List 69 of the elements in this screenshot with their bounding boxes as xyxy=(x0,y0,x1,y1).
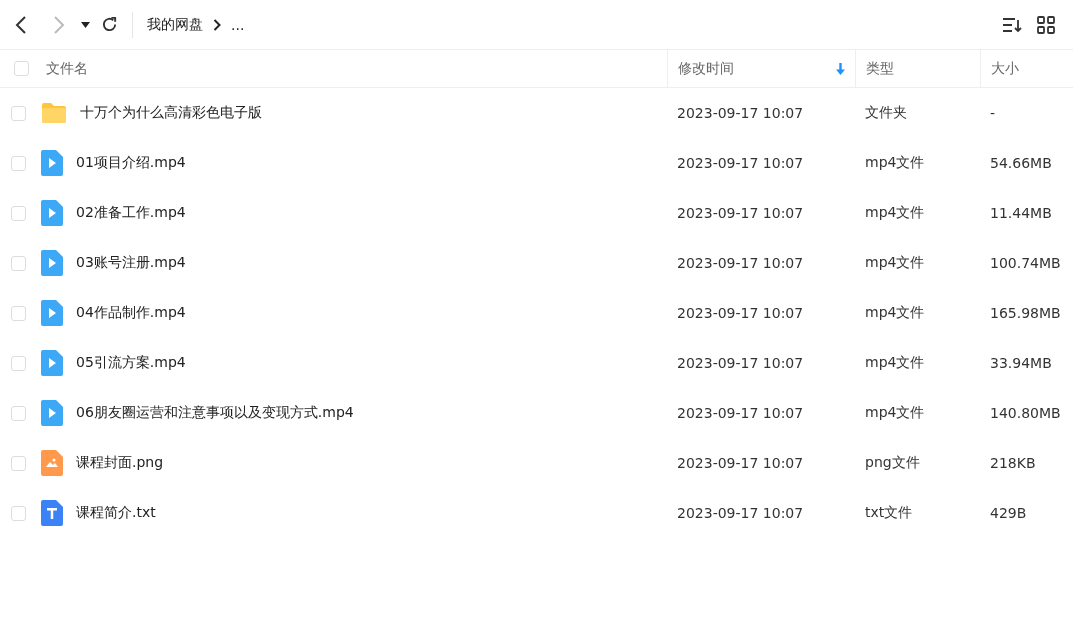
file-name[interactable]: 01项目介绍.mp4 xyxy=(76,154,186,172)
file-name[interactable]: 课程简介.txt xyxy=(76,504,156,522)
file-name[interactable]: 03账号注册.mp4 xyxy=(76,254,186,272)
row-checkbox[interactable] xyxy=(11,355,26,371)
video-file-icon xyxy=(41,150,63,176)
file-name[interactable]: 05引流方案.mp4 xyxy=(76,354,186,372)
back-icon xyxy=(14,14,28,35)
row-checkbox[interactable] xyxy=(11,205,26,221)
row-checkbox[interactable] xyxy=(11,405,26,421)
breadcrumb-item[interactable]: ... xyxy=(231,16,245,33)
file-size: 165.98MB xyxy=(990,305,1061,321)
breadcrumb-item[interactable]: 我的网盘 xyxy=(147,15,203,34)
file-size: - xyxy=(990,105,996,121)
modified-time: 2023-09-17 10:07 xyxy=(677,305,804,321)
column-header[interactable]: 文件名 xyxy=(46,59,88,78)
chevron-right-icon xyxy=(213,18,221,31)
row-checkbox[interactable] xyxy=(11,255,26,271)
video-file-icon xyxy=(41,250,63,276)
video-file-icon xyxy=(41,350,63,376)
modified-time: 2023-09-17 10:07 xyxy=(677,205,804,221)
image-file-icon xyxy=(41,450,63,476)
forward-icon xyxy=(52,14,66,35)
modified-time: 2023-09-17 10:07 xyxy=(677,355,804,371)
column-header[interactable]: 大小 xyxy=(991,59,1019,78)
modified-time: 2023-09-17 10:07 xyxy=(677,455,804,471)
file-type: mp4文件 xyxy=(865,304,925,322)
folder-icon xyxy=(41,102,67,124)
file-type: mp4文件 xyxy=(865,254,925,272)
text-file-icon xyxy=(41,500,63,526)
row-checkbox[interactable] xyxy=(11,455,26,471)
select-all-checkbox[interactable] xyxy=(14,61,29,76)
row-checkbox[interactable] xyxy=(11,105,26,121)
column-header[interactable]: 修改时间 xyxy=(678,59,734,78)
file-type: txt文件 xyxy=(865,504,913,522)
file-type: mp4文件 xyxy=(865,354,925,372)
modified-time: 2023-09-17 10:07 xyxy=(677,255,804,271)
sort-list-icon xyxy=(1002,16,1022,33)
file-name[interactable]: 06朋友圈运营和注意事项以及变现方式.mp4 xyxy=(76,404,354,422)
file-type: mp4文件 xyxy=(865,404,925,422)
file-name[interactable]: 04作品制作.mp4 xyxy=(76,304,186,322)
file-type: mp4文件 xyxy=(865,204,925,222)
file-name[interactable]: 课程封面.png xyxy=(76,454,164,472)
refresh-icon xyxy=(100,16,118,33)
column-header[interactable]: 类型 xyxy=(866,59,894,78)
file-type: 文件夹 xyxy=(865,104,907,122)
file-size: 140.80MB xyxy=(990,405,1061,421)
file-size: 100.74MB xyxy=(990,255,1061,271)
file-size: 218KB xyxy=(990,455,1036,471)
video-file-icon xyxy=(41,200,63,226)
file-name[interactable]: 02准备工作.mp4 xyxy=(76,204,186,222)
modified-time: 2023-09-17 10:07 xyxy=(677,505,804,521)
modified-time: 2023-09-17 10:07 xyxy=(677,105,804,121)
grid-view-button[interactable] xyxy=(1035,13,1057,36)
caret-icon xyxy=(80,21,90,28)
file-size: 11.44MB xyxy=(990,205,1052,221)
file-type: png文件 xyxy=(865,454,920,472)
modified-time: 2023-09-17 10:07 xyxy=(677,405,804,421)
video-file-icon xyxy=(41,400,63,426)
row-checkbox[interactable] xyxy=(11,505,26,521)
row-checkbox[interactable] xyxy=(11,305,26,321)
modified-time: 2023-09-17 10:07 xyxy=(677,155,804,171)
file-size: 429B xyxy=(990,505,1027,521)
grid-icon xyxy=(1037,15,1055,34)
file-size: 33.94MB xyxy=(990,355,1052,371)
row-checkbox[interactable] xyxy=(11,155,26,171)
file-type: mp4文件 xyxy=(865,154,925,172)
video-file-icon xyxy=(41,300,63,326)
file-name[interactable]: 十万个为什么高清彩色电子版 xyxy=(80,104,262,122)
file-size: 54.66MB xyxy=(990,155,1052,171)
